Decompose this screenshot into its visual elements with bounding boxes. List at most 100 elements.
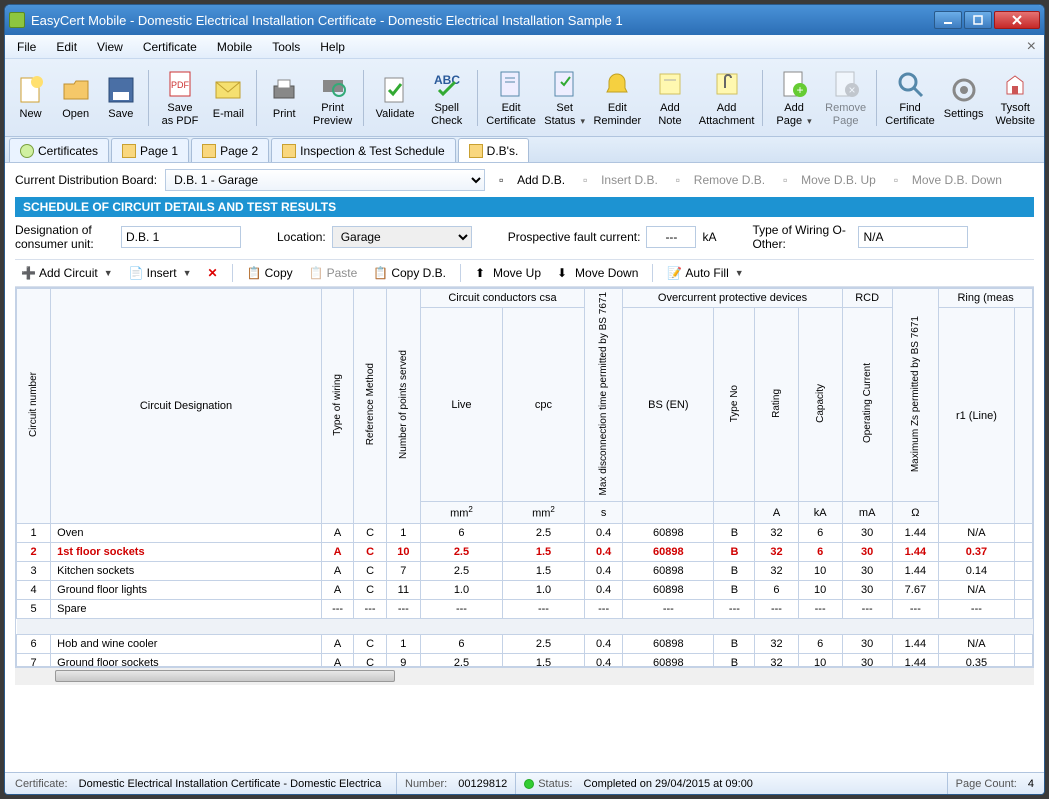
ribbon-status-button[interactable]: SetStatus ▾ <box>542 63 588 133</box>
find-icon <box>894 68 926 100</box>
db-action-insert-d-b-: ▫Insert D.B. <box>577 171 664 189</box>
pfc-input[interactable] <box>646 226 696 248</box>
tab-icon <box>469 144 483 158</box>
status-icon <box>524 779 534 789</box>
table-row[interactable]: 3Kitchen socketsAC72.51.50.460898B321030… <box>17 562 1033 581</box>
wiring-input[interactable] <box>858 226 968 248</box>
app-icon <box>9 12 25 28</box>
copy-db-button[interactable]: 📋Copy D.B. <box>367 264 452 282</box>
ribbon-email-button[interactable]: E-mail <box>209 63 248 133</box>
close-button[interactable] <box>994 11 1040 29</box>
ribbon-settings-button[interactable]: Settings <box>941 63 987 133</box>
menu-certificate[interactable]: Certificate <box>133 38 207 56</box>
insert-button[interactable]: 📄Insert▼ <box>123 264 198 282</box>
tab-inspection-test-schedule[interactable]: Inspection & Test Schedule <box>271 138 456 162</box>
ribbon-preview-button[interactable]: PrintPreview <box>310 63 356 133</box>
svg-text:×: × <box>848 83 855 97</box>
location-label: Location: <box>277 230 326 244</box>
ribbon-validate-button[interactable]: Validate <box>372 63 418 133</box>
table-row[interactable]: 5Spare----------------------------------… <box>17 600 1033 619</box>
autofill-icon: 📝 <box>667 266 681 280</box>
table-row[interactable]: 7Ground floor socketsAC92.51.50.460898B3… <box>17 654 1033 667</box>
paste-icon: 📋 <box>309 266 323 280</box>
ribbon-pdf-button[interactable]: PDFSaveas PDF <box>157 63 203 133</box>
add-circuit-button[interactable]: ➕Add Circuit▼ <box>15 264 119 282</box>
email-icon <box>212 74 244 106</box>
tab-icon <box>202 144 216 158</box>
table-row[interactable] <box>17 619 1033 635</box>
ribbon-addpage-button[interactable]: +AddPage ▾ <box>771 63 817 133</box>
ribbon-new-button[interactable]: New <box>11 63 50 133</box>
ribbon-attach-button[interactable]: AddAttachment <box>699 63 755 133</box>
ribbon-reminder-button[interactable]: EditReminder <box>593 63 641 133</box>
circuit-grid[interactable]: Circuit number Circuit Designation Type … <box>15 287 1034 667</box>
db-select[interactable]: D.B. 1 - Garage <box>165 169 485 191</box>
tab-icon <box>282 144 296 158</box>
ribbon-open-button[interactable]: Open <box>56 63 95 133</box>
menu-edit[interactable]: Edit <box>46 38 87 56</box>
horizontal-scrollbar[interactable] <box>15 667 1034 685</box>
menu-file[interactable]: File <box>7 38 46 56</box>
autofill-button[interactable]: 📝Auto Fill▼ <box>661 264 749 282</box>
app-window: EasyCert Mobile - Domestic Electrical In… <box>4 4 1045 795</box>
statusbar: Certificate: Domestic Electrical Install… <box>5 772 1044 794</box>
reminder-icon <box>601 68 633 100</box>
tab-certificates[interactable]: Certificates <box>9 138 109 162</box>
ribbon-spell-button[interactable]: ABCSpellCheck <box>424 63 470 133</box>
minimize-button[interactable] <box>934 11 962 29</box>
open-icon <box>60 74 92 106</box>
ribbon-editcert-button[interactable]: EditCertificate <box>486 63 536 133</box>
doc-close-icon[interactable]: × <box>1021 38 1042 56</box>
menu-view[interactable]: View <box>87 38 133 56</box>
ribbon-website-button[interactable]: TysoftWebsite <box>992 63 1038 133</box>
content: Current Distribution Board: D.B. 1 - Gar… <box>5 163 1044 772</box>
db-action-remove-d-b-: ▫Remove D.B. <box>670 171 771 189</box>
preview-icon <box>317 68 349 100</box>
tabbar: CertificatesPage 1Page 2Inspection & Tes… <box>5 137 1044 163</box>
ribbon-find-button[interactable]: FindCertificate <box>885 63 935 133</box>
tab-page-1[interactable]: Page 1 <box>111 138 189 162</box>
svg-text:+: + <box>797 83 804 97</box>
up-icon: ⬆ <box>475 266 489 280</box>
copy-icon: 📋 <box>247 266 261 280</box>
window-title: EasyCert Mobile - Domestic Electrical In… <box>31 13 934 28</box>
editcert-icon <box>495 68 527 100</box>
scrollbar-thumb[interactable] <box>55 670 395 682</box>
designation-input[interactable] <box>121 226 241 248</box>
tab-icon <box>122 144 136 158</box>
menu-help[interactable]: Help <box>310 38 355 56</box>
section-header: SCHEDULE OF CIRCUIT DETAILS AND TEST RES… <box>15 197 1034 217</box>
location-select[interactable]: Garage <box>332 226 472 248</box>
db-action-icon: ▫ <box>583 173 597 187</box>
svg-text:ABC: ABC <box>434 73 460 87</box>
paste-button[interactable]: 📋Paste <box>303 264 364 282</box>
delete-row-button[interactable]: ✕ <box>202 264 224 282</box>
insert-icon: 📄 <box>129 266 143 280</box>
pfc-unit: kA <box>702 230 716 244</box>
table-row[interactable]: 6Hob and wine coolerAC162.50.460898B3263… <box>17 635 1033 654</box>
copy-button[interactable]: 📋Copy <box>241 264 299 282</box>
db-action-add-d-b-[interactable]: ▫Add D.B. <box>493 171 571 189</box>
menu-mobile[interactable]: Mobile <box>207 38 262 56</box>
tab-icon <box>20 144 34 158</box>
table-row[interactable]: 4Ground floor lightsAC111.01.00.460898B6… <box>17 581 1033 600</box>
print-icon <box>268 74 300 106</box>
addpage-icon: + <box>778 68 810 100</box>
pfc-label: Prospective fault current: <box>508 230 641 244</box>
spell-icon: ABC <box>431 68 463 100</box>
maximize-button[interactable] <box>964 11 992 29</box>
move-down-button[interactable]: ⬇Move Down <box>551 264 644 282</box>
tab-d-b-s-[interactable]: D.B's. <box>458 138 530 162</box>
menu-tools[interactable]: Tools <box>262 38 310 56</box>
ribbon-save-button[interactable]: Save <box>101 63 140 133</box>
move-up-button[interactable]: ⬆Move Up <box>469 264 547 282</box>
table-row[interactable]: 1OvenAC162.50.460898B326301.44N/A <box>17 524 1033 543</box>
db-action-move-d-b-down: ▫Move D.B. Down <box>888 171 1008 189</box>
ribbon-note-button[interactable]: AddNote <box>647 63 693 133</box>
designation-label: Designation of consumer unit: <box>15 223 115 251</box>
save-icon <box>105 74 137 106</box>
table-row[interactable]: 21st floor socketsAC102.51.50.460898B326… <box>17 543 1033 562</box>
ribbon-print-button[interactable]: Print <box>265 63 304 133</box>
tab-page-2[interactable]: Page 2 <box>191 138 269 162</box>
new-icon <box>15 74 47 106</box>
